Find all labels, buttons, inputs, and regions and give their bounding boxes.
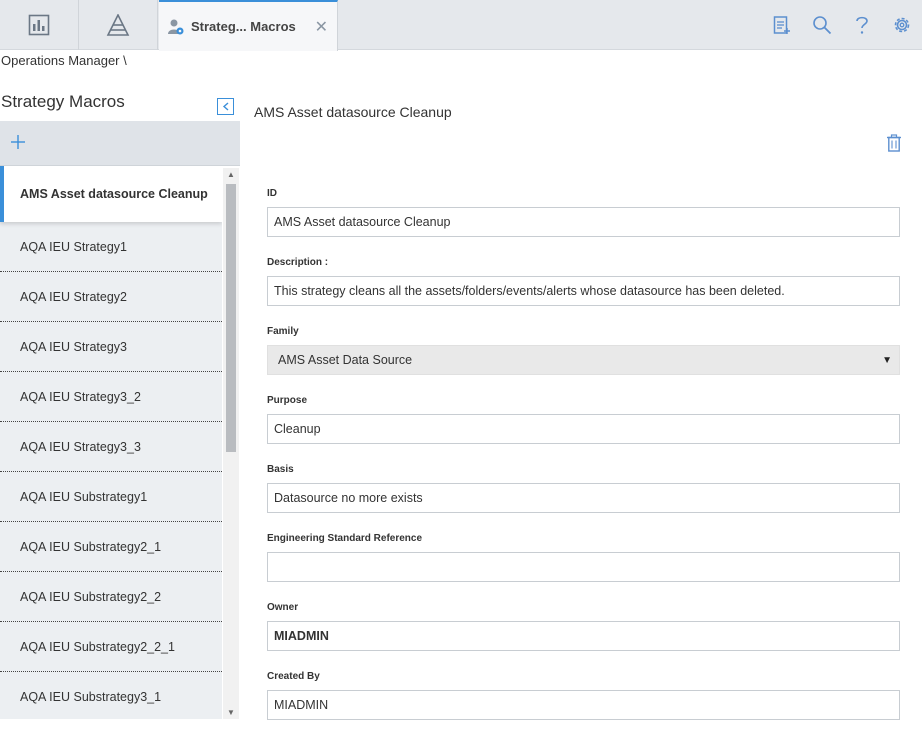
list-item-label: AQA IEU Substrategy2_1	[20, 539, 162, 554]
close-tab-icon[interactable]: ✕	[315, 17, 328, 37]
list-item[interactable]: AMS Asset datasource Cleanup	[0, 166, 222, 222]
list-item-label: AQA IEU Strategy2	[20, 289, 127, 304]
top-right-toolbar	[762, 0, 922, 50]
add-icon[interactable]	[9, 133, 27, 151]
list-item[interactable]: AQA IEU Strategy3_2	[0, 372, 222, 422]
list-item-label: AQA IEU Substrategy2_2	[20, 589, 162, 604]
list-item[interactable]: AQA IEU Strategy3_3	[0, 422, 222, 472]
list-item-label: AQA IEU Strategy3	[20, 339, 127, 354]
id-label: ID	[267, 188, 277, 199]
list-item[interactable]: AQA IEU Strategy2	[0, 272, 222, 322]
collapse-panel-button[interactable]	[217, 98, 234, 115]
basis-label: Basis	[267, 464, 294, 475]
description-field[interactable]: This strategy cleans all the assets/fold…	[267, 276, 900, 306]
purpose-field[interactable]: Cleanup	[267, 414, 900, 444]
strategy-macro-list: AMS Asset datasource Cleanup AQA IEU Str…	[0, 166, 222, 719]
user-gear-icon	[168, 19, 184, 34]
dropdown-caret-icon: ▼	[882, 355, 892, 366]
eng-ref-field[interactable]	[267, 552, 900, 582]
family-select[interactable]: AMS Asset Data Source ▼	[267, 345, 900, 375]
settings-icon	[894, 17, 910, 33]
clipboard-add-button[interactable]	[762, 0, 802, 50]
top-bar: Strateg... Macros ✕	[0, 0, 922, 51]
list-item-label: AQA IEU Strategy1	[20, 239, 127, 254]
clipboard-add-icon	[773, 16, 790, 34]
id-field[interactable]: AMS Asset datasource Cleanup	[267, 207, 900, 237]
settings-button[interactable]	[882, 0, 922, 50]
family-label: Family	[267, 326, 299, 337]
purpose-label: Purpose	[267, 395, 308, 406]
list-item[interactable]: AQA IEU Substrategy3_1	[0, 672, 222, 719]
list-item[interactable]: AQA IEU Strategy3	[0, 322, 222, 372]
tab-label: Strateg... Macros	[191, 19, 296, 34]
detail-title: AMS Asset datasource Cleanup	[254, 104, 452, 120]
panel-title: Strategy Macros	[1, 92, 125, 111]
scroll-down-icon[interactable]: ▼	[227, 708, 235, 717]
delete-button[interactable]	[886, 134, 902, 152]
help-button[interactable]	[842, 0, 882, 50]
pyramid-icon	[106, 14, 130, 36]
list-item[interactable]: AQA IEU Substrategy2_2	[0, 572, 222, 622]
breadcrumb[interactable]: Operations Manager \	[1, 53, 127, 68]
trash-icon	[887, 134, 901, 152]
created-by-field[interactable]: MIADMIN	[267, 690, 900, 720]
list-item-label: AMS Asset datasource Cleanup	[20, 187, 208, 201]
list-item-label: AQA IEU Substrategy2_2_1	[20, 639, 175, 654]
list-item-label: AQA IEU Substrategy3_1	[20, 689, 162, 704]
list-toolbar	[0, 121, 240, 166]
owner-label: Owner	[267, 602, 299, 613]
list-item-label: AQA IEU Strategy3_3	[20, 439, 141, 454]
description-label: Description :	[267, 257, 329, 268]
plus-icon	[11, 135, 25, 149]
scrollbar-thumb[interactable]	[226, 184, 236, 452]
created-by-label: Created By	[267, 671, 320, 682]
list-item-label: AQA IEU Strategy3_2	[20, 389, 141, 404]
tab-pyramid[interactable]	[79, 0, 158, 50]
dashboard-icon	[28, 14, 50, 36]
list-item-label: AQA IEU Substrategy1	[20, 489, 148, 504]
list-item[interactable]: AQA IEU Substrategy1	[0, 472, 222, 522]
tab-dashboard[interactable]	[0, 0, 79, 50]
eng-ref-label: Engineering Standard Reference	[267, 533, 423, 544]
owner-field[interactable]: MIADMIN	[267, 621, 900, 651]
list-item[interactable]: AQA IEU Substrategy2_2_1	[0, 622, 222, 672]
list-item[interactable]: AQA IEU Strategy1	[0, 222, 222, 272]
chevron-left-icon	[222, 102, 228, 111]
tab-strategy-macros[interactable]: Strateg... Macros ✕	[159, 0, 338, 51]
family-selected-value: AMS Asset Data Source	[278, 353, 413, 367]
list-item[interactable]: AQA IEU Substrategy2_1	[0, 522, 222, 572]
scroll-up-icon[interactable]: ▲	[227, 170, 235, 179]
basis-field[interactable]: Datasource no more exists	[267, 483, 900, 513]
list-scrollbar[interactable]: ▲ ▼	[223, 168, 239, 719]
help-icon	[856, 16, 868, 34]
search-icon	[813, 16, 832, 35]
search-button[interactable]	[802, 0, 842, 50]
